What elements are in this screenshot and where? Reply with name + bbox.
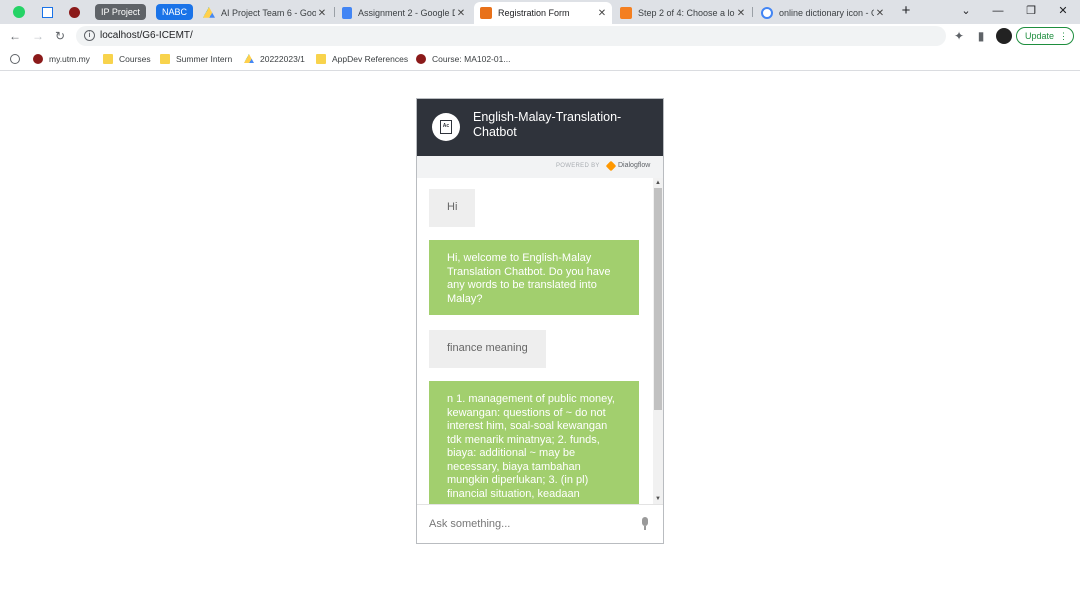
update-button[interactable]: Update ⋮ <box>1016 27 1074 45</box>
microphone-icon[interactable] <box>641 517 649 531</box>
site-info-icon[interactable]: i <box>84 30 95 41</box>
profile-avatar[interactable] <box>996 28 1012 44</box>
chat-header: Ac English-Malay-Translation-Chatbot <box>417 99 663 156</box>
minimize-button[interactable]: — <box>989 3 1007 19</box>
whatsapp-icon <box>13 6 25 18</box>
user-message: finance meaning <box>429 330 546 368</box>
message-list[interactable]: Hi Hi, welcome to English-Malay Translat… <box>417 178 663 504</box>
chat-title: English-Malay-Translation-Chatbot <box>473 110 622 139</box>
bookmark-courses[interactable]: Courses <box>103 54 151 64</box>
bookmark-appdev-references[interactable]: AppDev References <box>316 54 408 64</box>
google-drive-icon <box>244 54 254 63</box>
tab-assignment-2[interactable]: Assignment 2 - Google D ✕ <box>336 2 471 24</box>
google-icon <box>761 7 773 19</box>
utm-icon <box>416 54 426 64</box>
calendar-icon <box>41 6 53 18</box>
tab-group-ip-project[interactable]: IP Project <box>95 4 146 20</box>
tab-registration-form[interactable]: Registration Form ✕ <box>474 2 612 24</box>
dialogflow-label: Dialogflow <box>618 162 651 169</box>
dialogflow-logo-icon <box>605 160 617 172</box>
folder-icon <box>160 54 170 64</box>
close-icon[interactable]: ✕ <box>735 8 747 19</box>
bookmark-course-ma102[interactable]: Course: MA102-01... <box>416 54 510 64</box>
tab-divider <box>752 7 753 17</box>
chat-input-bar <box>417 504 663 543</box>
google-docs-icon <box>342 7 352 19</box>
form-icon <box>480 7 492 19</box>
new-tab-button[interactable]: + <box>897 3 915 19</box>
folder-icon <box>103 54 113 64</box>
bookmark-my-utm[interactable]: my.utm.my <box>33 54 90 64</box>
close-icon[interactable]: ✕ <box>455 8 467 19</box>
close-icon[interactable]: ✕ <box>596 8 608 19</box>
dictionary-icon: Ac <box>440 120 452 134</box>
tab-step-2[interactable]: Step 2 of 4: Choose a log ✕ <box>614 2 751 24</box>
whatsapp-pinned-tab[interactable] <box>11 4 27 20</box>
tab-strip: IP Project NABC AI Project Team 6 - Goog… <box>0 0 1080 24</box>
apps-globe-icon[interactable] <box>10 54 20 64</box>
scrollbar-thumb[interactable] <box>654 188 662 410</box>
bookmark-summer-intern[interactable]: Summer Intern <box>160 54 232 64</box>
powered-by-label: POWERED BY <box>556 163 600 169</box>
folder-icon <box>316 54 326 64</box>
restore-button[interactable]: ❐ <box>1022 3 1040 19</box>
tab-divider <box>334 7 335 17</box>
utm-icon <box>33 54 43 64</box>
tab-group-nabc[interactable]: NABC <box>156 4 194 20</box>
tab-search-chevron-down-icon[interactable]: ⌄ <box>957 3 975 19</box>
extensions-puzzle-icon[interactable]: ✦ <box>951 28 967 44</box>
tab-online-dictionary[interactable]: online dictionary icon - G ✕ <box>755 2 890 24</box>
powered-by-bar: POWERED BY Dialogflow <box>417 156 663 178</box>
forward-arrow-icon[interactable]: → <box>30 28 46 44</box>
google-drive-icon <box>203 7 215 18</box>
bookmark-20222023[interactable]: 20222023/1 <box>244 54 305 64</box>
utm-pinned-tab[interactable] <box>66 4 82 20</box>
url-text[interactable]: localhost/G6-ICEMT/ <box>100 30 193 41</box>
back-arrow-icon[interactable]: ← <box>7 28 23 44</box>
ask-input[interactable] <box>429 515 629 533</box>
calendar-pinned-tab[interactable] <box>39 4 55 20</box>
user-message: Hi <box>429 189 476 227</box>
utm-icon <box>68 6 80 18</box>
chatbot-avatar: Ac <box>432 113 460 141</box>
bot-message: Hi, welcome to English-Malay Translation… <box>429 240 639 315</box>
close-window-button[interactable]: ✕ <box>1054 3 1072 19</box>
scroll-up-arrow-icon[interactable]: ▲ <box>653 179 663 187</box>
bot-message: n 1. management of public money, kewanga… <box>429 381 639 504</box>
message-scrollbar[interactable]: ▲ ▼ <box>653 178 663 504</box>
address-bar[interactable]: i localhost/G6-ICEMT/ <box>76 26 946 46</box>
close-icon[interactable]: ✕ <box>874 8 886 19</box>
reload-icon[interactable]: ↻ <box>52 28 68 44</box>
bookmarks-bar: my.utm.my Courses Summer Intern 20222023… <box>0 49 1080 71</box>
moodle-icon <box>620 7 632 19</box>
more-menu-icon: ⋮ <box>1059 31 1068 41</box>
tab-ai-project[interactable]: AI Project Team 6 - Goog ✕ <box>197 2 332 24</box>
chatbot-widget: Ac English-Malay-Translation-Chatbot POW… <box>416 98 664 544</box>
side-panel-icon[interactable]: ▮ <box>973 28 989 44</box>
scroll-down-arrow-icon[interactable]: ▼ <box>653 495 663 503</box>
close-icon[interactable]: ✕ <box>316 8 328 19</box>
